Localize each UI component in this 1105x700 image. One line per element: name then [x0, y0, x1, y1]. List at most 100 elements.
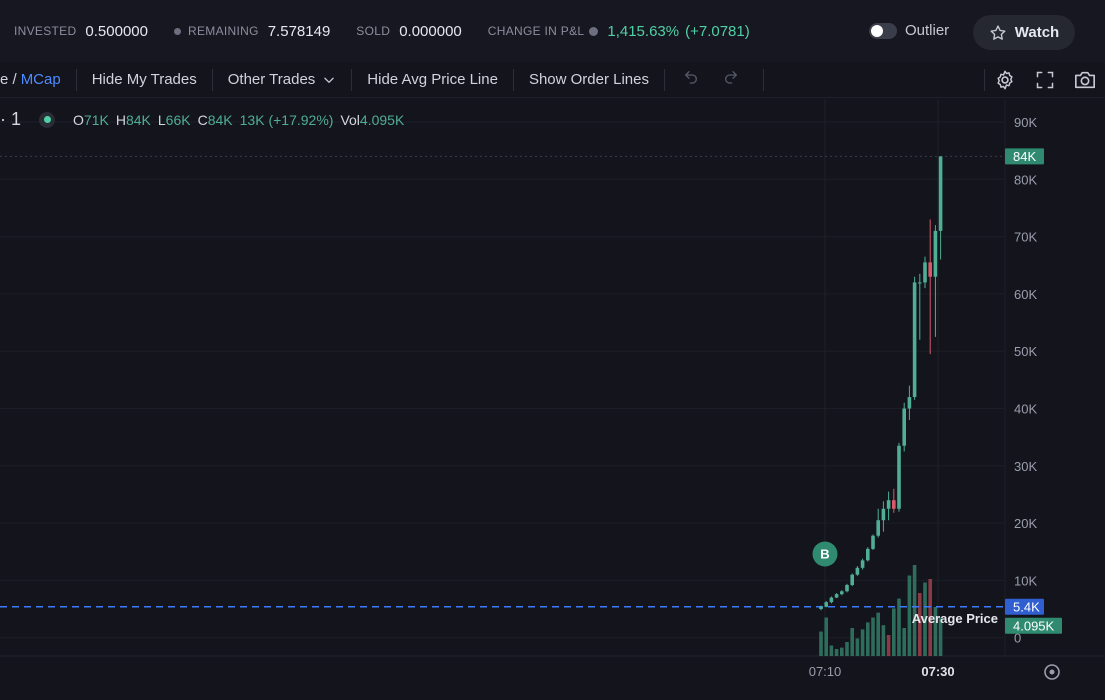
candle-body: [819, 606, 823, 610]
volume-bar: [834, 649, 839, 656]
candle-body: [876, 520, 880, 536]
volume-value: 4.095K: [359, 111, 405, 128]
hide-my-trades-button[interactable]: Hide My Trades: [77, 68, 213, 91]
other-trades-label: Other Trades: [227, 71, 316, 88]
volume-bar: [907, 575, 912, 656]
volume-bar: [845, 642, 849, 656]
toolbar-right: [984, 62, 1105, 98]
candle-body: [892, 500, 896, 509]
show-order-lines-button[interactable]: Show Order Lines: [514, 68, 665, 91]
candle-body: [918, 282, 922, 284]
volume-bar: [850, 628, 854, 656]
info-icon[interactable]: [589, 26, 599, 36]
price-prefix[interactable]: e /: [0, 71, 17, 88]
open-value: 71K: [83, 111, 109, 128]
remaining-label: REMAINING: [188, 24, 259, 38]
volume-key: Vol: [340, 111, 360, 128]
watch-label: Watch: [1014, 24, 1060, 41]
price-mcap-switch[interactable]: e / MCap: [0, 68, 77, 91]
avg-price-badge: 5.4K: [1013, 599, 1040, 614]
chevron-down-icon: [324, 77, 335, 83]
y-tick-label: 70K: [1014, 230, 1037, 245]
candle-body: [871, 535, 875, 549]
remaining-value: 7.578149: [267, 22, 331, 40]
volume-bar: [819, 631, 823, 656]
last-price-badge: 84K: [1013, 149, 1036, 164]
candle-body: [860, 560, 865, 568]
high-key: H: [115, 111, 126, 128]
candle-body: [938, 156, 943, 231]
ohlc-legend: · 1 O 71K H 84K L 66K C 84K 13K (+17.92%) Vo…: [0, 109, 411, 130]
hide-avg-price-line-button[interactable]: Hide Avg Price Line: [352, 68, 514, 91]
x-tick-label: 07:30: [921, 664, 954, 679]
icon-center: [1049, 669, 1055, 675]
volume-bar: [829, 645, 834, 656]
volume-bar: [855, 638, 860, 656]
invested-value: 0.500000: [85, 22, 148, 40]
chart-canvas[interactable]: Average Price 90K 80K 70K 60K 50K 40K 30K 20K 10…: [0, 99, 1105, 700]
other-trades-dropdown[interactable]: Other Trades: [213, 68, 353, 91]
y-tick-label: 10K: [1014, 573, 1037, 588]
candle-body: [902, 408, 906, 446]
volume-bar: [886, 635, 891, 656]
status-dot-icon[interactable]: [39, 111, 56, 128]
invested-label: INVESTED: [14, 24, 77, 38]
invested-stat: INVESTED 0.500000: [14, 23, 148, 40]
low-value: 66K: [165, 111, 191, 128]
close-key: C: [197, 111, 208, 128]
outlier-toggle[interactable]: Outlier: [869, 22, 949, 39]
mcap-link[interactable]: MCap: [21, 71, 61, 88]
candle-body: [881, 508, 886, 521]
pnl-stat: CHANGE IN P&L 1,415.63% (+7.0781): [488, 23, 750, 40]
undo-icon[interactable]: [683, 69, 699, 90]
toolbar-divider: [763, 68, 764, 91]
chart-settings-icon[interactable]: [1044, 664, 1060, 680]
outlier-label: Outlier: [905, 22, 950, 39]
y-tick-label: 40K: [1014, 402, 1037, 417]
toggle-switch[interactable]: [869, 22, 897, 39]
sold-label: SOLD: [356, 24, 391, 38]
toggle-knob: [871, 24, 883, 37]
star-icon: [990, 24, 1006, 40]
candle-body: [928, 262, 932, 277]
candle-body: [840, 591, 844, 595]
pnl-delta: (+7.0781): [685, 22, 750, 40]
candle-body: [866, 548, 870, 561]
sold-value: 0.000000: [399, 22, 462, 40]
candle-body: [912, 282, 917, 398]
buy-marker[interactable]: B: [812, 541, 838, 567]
price-chart[interactable]: Average Price 90K 80K 70K 60K 50K 40K 30K 20K 10…: [0, 99, 1105, 700]
volume-bar: [876, 612, 880, 656]
volume-bar: [860, 629, 865, 656]
volume-bar: [892, 608, 896, 656]
candle-body: [897, 445, 901, 509]
y-tick-label: 80K: [1014, 172, 1037, 187]
volume-bar: [824, 617, 828, 656]
volume-badge: 4.095K: [1013, 618, 1055, 633]
candle-body: [886, 500, 891, 509]
candle-body: [850, 574, 854, 585]
watch-button[interactable]: Watch: [973, 15, 1075, 50]
settings-gear-icon[interactable]: [985, 69, 1025, 91]
volume-bar: [840, 647, 844, 656]
y-tick-label: 50K: [1014, 344, 1037, 359]
high-value: 84K: [125, 111, 151, 128]
remaining-stat: REMAINING 7.578149: [174, 23, 330, 40]
candle-body: [829, 597, 834, 603]
redo-icon[interactable]: [723, 69, 739, 90]
chart-toolbar: e / MCap Hide My Trades Other Trades Hid…: [0, 62, 1105, 98]
remaining-dot-icon: [174, 27, 181, 35]
candle-body: [933, 230, 938, 277]
y-tick-label: 20K: [1014, 516, 1037, 531]
candle-body: [845, 584, 849, 592]
volume-bar: [902, 628, 906, 656]
y-tick-label: 30K: [1014, 459, 1037, 474]
candle-body: [834, 594, 839, 598]
buy-marker-label: B: [820, 547, 829, 562]
camera-icon[interactable]: [1065, 69, 1105, 91]
fullscreen-icon[interactable]: [1025, 70, 1065, 90]
volume-bar: [866, 622, 870, 656]
average-price-text: Average Price: [912, 611, 998, 626]
pnl-value: 1,415.63%: [607, 22, 680, 40]
volume-bar: [881, 625, 886, 656]
